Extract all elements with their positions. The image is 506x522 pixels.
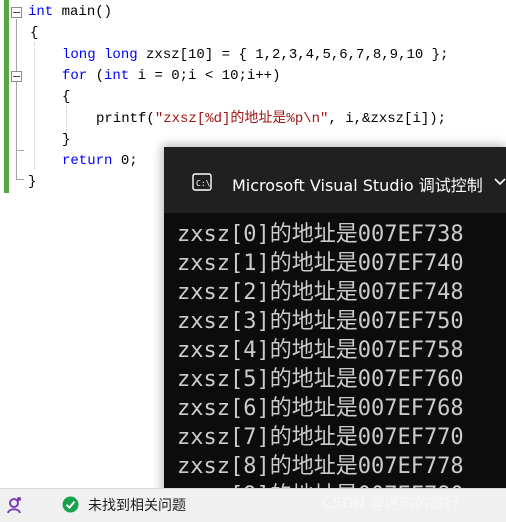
code-text: } (62, 132, 71, 148)
code-line-5[interactable]: { (62, 87, 70, 108)
code-text: i = 0;i < 10;i++) (129, 68, 281, 84)
code-text: main() (53, 4, 113, 20)
indent-guide (34, 42, 35, 169)
string-literal: "zxsz[%d]的地址是%p\n" (154, 111, 329, 127)
code-text: { (62, 89, 71, 105)
keyword: int (28, 4, 54, 20)
code-text: zxsz[10] = { 1,2,3,4,5,6,7,8,9,10 }; (137, 47, 449, 63)
console-output-line: zxsz[2]的地址是007EF748 (177, 280, 464, 305)
console-output-line: zxsz[8]的地址是007EF778 (177, 454, 464, 479)
console-output-line: zxsz[7]的地址是007EF770 (177, 425, 464, 450)
keyword: long (62, 47, 96, 63)
code-line-1[interactable]: int main() (28, 2, 112, 23)
svg-text:C:\: C:\ (196, 179, 211, 188)
console-output-line: zxsz[6]的地址是007EF768 (177, 396, 464, 421)
code-line-8[interactable]: return 0; (62, 151, 138, 172)
code-text: { (30, 25, 39, 41)
code-line-6[interactable]: printf("zxsz[%d]的地址是%p\n", i,&zxsz[i]); (96, 109, 446, 130)
console-output-line: zxsz[3]的地址是007EF750 (177, 309, 464, 334)
fold-toggle-for[interactable] (11, 71, 22, 82)
live-share-icon[interactable] (4, 495, 24, 515)
console-titlebar[interactable]: C:\ Microsoft Visual Studio 调试控制台 (164, 147, 506, 213)
code-line-7[interactable]: } (62, 130, 70, 151)
console-output-line: zxsz[4]的地址是007EF758 (177, 338, 464, 363)
console-output-line: zxsz[1]的地址是007EF740 (177, 251, 464, 276)
console-app-icon: C:\ (192, 173, 212, 191)
console-output[interactable]: zxsz[0]的地址是007EF738 zxsz[1]的地址是007EF740 … (177, 220, 506, 510)
debug-console-window[interactable]: C:\ Microsoft Visual Studio 调试控制台 zxsz[0… (164, 147, 506, 522)
code-text: 0; (112, 153, 138, 169)
keyword: return (62, 153, 113, 169)
fold-toggle-main[interactable] (11, 7, 22, 18)
change-indicator-bar (4, 0, 9, 193)
watermark: CSDN @迷向的旅行 (322, 494, 460, 512)
fold-end-for (16, 150, 24, 151)
code-text: , i,&zxsz[i]); (328, 111, 447, 127)
chevron-down-icon[interactable] (492, 173, 506, 189)
code-line-9[interactable]: } (28, 172, 36, 193)
fold-end-main (16, 179, 24, 180)
console-output-line: zxsz[0]的地址是007EF738 (177, 222, 464, 247)
check-circle-icon[interactable] (62, 496, 79, 513)
console-output-line: zxsz[5]的地址是007EF760 (177, 367, 464, 392)
keyword: long (104, 47, 138, 63)
code-text: } (28, 174, 37, 190)
code-line-4[interactable]: for (int i = 0;i < 10;i++) (62, 66, 280, 87)
code-text: ( (87, 68, 105, 84)
console-title: Microsoft Visual Studio 调试控制台 (232, 176, 482, 195)
screenshot-root: int main() { long long zxsz[10] = { 1,2,… (0, 0, 506, 522)
fold-line-main (16, 19, 17, 179)
code-line-3[interactable]: long long zxsz[10] = { 1,2,3,4,5,6,7,8,9… (62, 45, 448, 66)
code-line-2[interactable]: { (30, 23, 38, 44)
status-message[interactable]: 未找到相关问题 (88, 495, 186, 515)
function-call: printf( (96, 111, 155, 127)
keyword: int (104, 68, 130, 84)
keyword: for (62, 68, 88, 84)
